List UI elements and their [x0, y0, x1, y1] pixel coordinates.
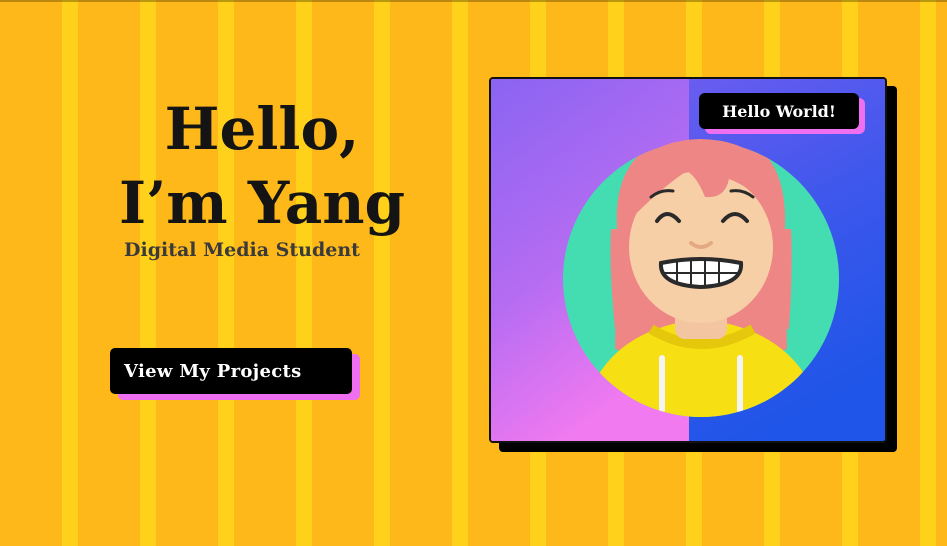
speech-bubble-group: Hello World!	[699, 93, 865, 134]
greeting-line-1: Hello,	[164, 95, 360, 163]
view-projects-button[interactable]: View My Projects	[110, 348, 352, 394]
hero-heading: Hello, I’m Yang	[112, 92, 412, 240]
view-projects-button-group: View My Projects	[110, 348, 360, 400]
top-border	[0, 0, 947, 2]
speech-bubble: Hello World!	[699, 93, 859, 129]
hero-subtitle: Digital Media Student	[124, 239, 360, 261]
greeting-line-2: I’m Yang	[118, 169, 406, 238]
